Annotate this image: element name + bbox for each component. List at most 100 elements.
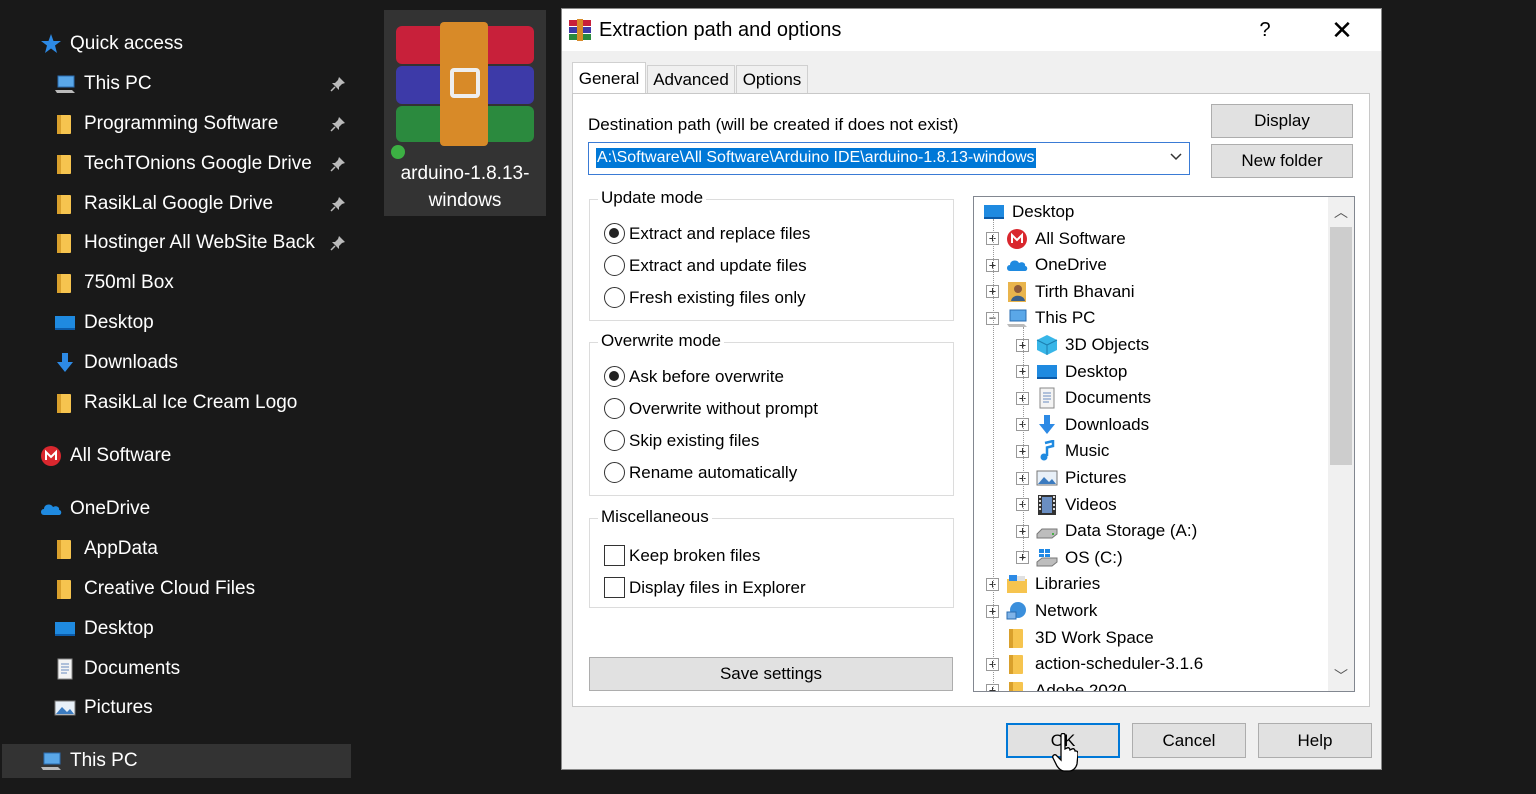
tree-node[interactable]: + Videos <box>1016 492 1117 518</box>
title-help-button[interactable]: ? <box>1250 15 1280 45</box>
nav-item[interactable]: Quick access <box>40 27 351 61</box>
radio-button[interactable] <box>604 287 625 308</box>
tree-node[interactable]: + All Software <box>986 226 1126 252</box>
radio-button-selected[interactable] <box>604 366 625 387</box>
computer-icon <box>40 750 62 772</box>
onedrive-icon <box>1005 254 1029 276</box>
download-icon <box>54 352 76 374</box>
nav-item[interactable]: OneDrive <box>40 492 351 526</box>
nav-item[interactable]: Desktop <box>54 612 351 646</box>
chevron-down-icon[interactable] <box>1169 150 1183 164</box>
nav-item[interactable]: All Software <box>40 439 351 473</box>
cancel-button[interactable]: Cancel <box>1132 723 1246 758</box>
nav-item-label: Documents <box>84 658 181 679</box>
tree-node[interactable]: + OneDrive <box>986 252 1107 278</box>
destination-path-value[interactable]: A:\Software\All Software\Arduino IDE\ard… <box>596 148 1036 168</box>
tree-node[interactable]: + Adobe 2020 <box>986 678 1127 691</box>
tab-options[interactable]: Options <box>736 65 808 93</box>
scrollbar-thumb[interactable] <box>1330 227 1352 465</box>
tree-node[interactable]: + Music <box>1016 438 1109 464</box>
tree-node[interactable]: + Documents <box>1016 385 1151 411</box>
tree-node[interactable]: + Desktop <box>1016 359 1127 385</box>
scroll-down-icon[interactable]: ﹀ <box>1328 663 1354 689</box>
radio-fresh-existing[interactable]: Fresh existing files only <box>604 287 806 308</box>
radio-button[interactable] <box>604 462 625 483</box>
radio-button[interactable] <box>604 398 625 419</box>
close-button[interactable]: ✕ <box>1324 14 1360 46</box>
nav-item[interactable]: Pictures <box>54 691 351 725</box>
radio-rename-automatically[interactable]: Rename automatically <box>604 462 797 483</box>
tree-node-label: Desktop <box>1012 202 1075 221</box>
nav-item[interactable]: This PC <box>54 67 351 101</box>
music-icon <box>1035 440 1059 462</box>
nav-item[interactable]: RasikLal Google Drive <box>54 187 351 221</box>
network-icon <box>1005 600 1029 622</box>
tree-node[interactable]: − This PC <box>986 305 1095 331</box>
tree-node[interactable]: 3D Work Space <box>986 625 1154 651</box>
tab-general[interactable]: General <box>572 62 646 94</box>
nav-item[interactable]: TechTOnions Google Drive <box>54 147 351 181</box>
pictures-icon <box>1035 467 1059 489</box>
tree-node[interactable]: + Network <box>986 598 1097 624</box>
computer-icon <box>54 73 76 95</box>
star-icon <box>40 33 62 55</box>
nav-item-label: This PC <box>84 73 152 94</box>
folder-icon <box>54 113 76 135</box>
tree-node[interactable]: + Pictures <box>1016 465 1126 491</box>
tree-node[interactable]: + Libraries <box>986 571 1100 597</box>
nav-item[interactable]: This PC <box>2 744 351 778</box>
nav-item[interactable]: Documents <box>54 652 351 686</box>
tree-node[interactable]: +3D Objects <box>1016 332 1149 358</box>
tab-advanced[interactable]: Advanced <box>647 65 735 93</box>
tree-node[interactable]: + OS (C:) <box>1016 545 1123 571</box>
nav-item[interactable]: AppData <box>54 532 351 566</box>
nav-item[interactable]: Hostinger All WebSite Back <box>54 226 351 260</box>
tree-node[interactable]: + Downloads <box>1016 412 1149 438</box>
save-settings-button[interactable]: Save settings <box>589 657 953 691</box>
destination-path-combobox[interactable]: A:\Software\All Software\Arduino IDE\ard… <box>588 142 1190 175</box>
tree-node-label: OneDrive <box>1035 255 1107 275</box>
checkbox[interactable] <box>604 577 625 598</box>
radio-extract-update[interactable]: Extract and update files <box>604 255 807 276</box>
nav-item[interactable]: Creative Cloud Files <box>54 572 351 606</box>
nav-item-label: All Software <box>70 445 172 466</box>
tree-node-label: Music <box>1065 441 1110 461</box>
tree-node[interactable]: + Tirth Bhavani <box>986 279 1135 305</box>
pictures-icon <box>54 697 76 719</box>
checkbox[interactable] <box>604 545 625 566</box>
nav-item[interactable]: 750ml Box <box>54 266 351 300</box>
checkbox-display-in-explorer[interactable]: Display files in Explorer <box>604 577 806 598</box>
radio-button[interactable] <box>604 430 625 451</box>
nav-item[interactable]: Programming Software <box>54 107 351 141</box>
new-folder-button[interactable]: New folder <box>1211 144 1353 178</box>
checkbox-keep-broken-files[interactable]: Keep broken files <box>604 545 760 566</box>
tree-scrollbar[interactable]: ︿ ﹀ <box>1328 197 1354 691</box>
help-button[interactable]: Help <box>1258 723 1372 758</box>
nav-item[interactable]: Downloads <box>54 346 351 380</box>
tree-node-label: Network <box>1035 601 1098 620</box>
tree-node[interactable]: + action-scheduler-3.1.6 <box>986 651 1203 677</box>
nav-item[interactable]: RasikLal Ice Cream Logo <box>54 386 351 420</box>
desktop-icon <box>1035 361 1059 383</box>
nav-item[interactable]: Desktop <box>54 306 351 340</box>
overwrite-mode-legend: Overwrite mode <box>598 331 724 351</box>
radio-skip-existing[interactable]: Skip existing files <box>604 430 759 451</box>
radio-overwrite-without-prompt[interactable]: Overwrite without prompt <box>604 398 818 419</box>
nav-item-label: RasikLal Ice Cream Logo <box>84 392 298 413</box>
tree-node[interactable]: Desktop <box>982 199 1074 225</box>
videos-icon <box>1035 494 1059 516</box>
nav-item-label: 750ml Box <box>84 272 174 293</box>
os-drive-icon <box>1035 547 1059 569</box>
pin-icon <box>330 196 346 212</box>
display-button[interactable]: Display <box>1211 104 1353 138</box>
archive-file-tile[interactable]: arduino-1.8.13- windows <box>384 10 546 216</box>
radio-extract-replace[interactable]: Extract and replace files <box>604 223 810 244</box>
tree-node[interactable]: + Data Storage (A:) <box>1016 518 1197 544</box>
radio-button-selected[interactable] <box>604 223 625 244</box>
dialog-titlebar[interactable]: Extraction path and options ? ✕ <box>562 9 1381 51</box>
scroll-up-icon[interactable]: ︿ <box>1328 199 1354 225</box>
radio-button[interactable] <box>604 255 625 276</box>
folder-tree[interactable]: Desktop + All Software + OneDrive + Tirth Bhav… <box>973 196 1355 692</box>
winrar-app-icon <box>569 19 591 41</box>
radio-ask-before-overwrite[interactable]: Ask before overwrite <box>604 366 784 387</box>
